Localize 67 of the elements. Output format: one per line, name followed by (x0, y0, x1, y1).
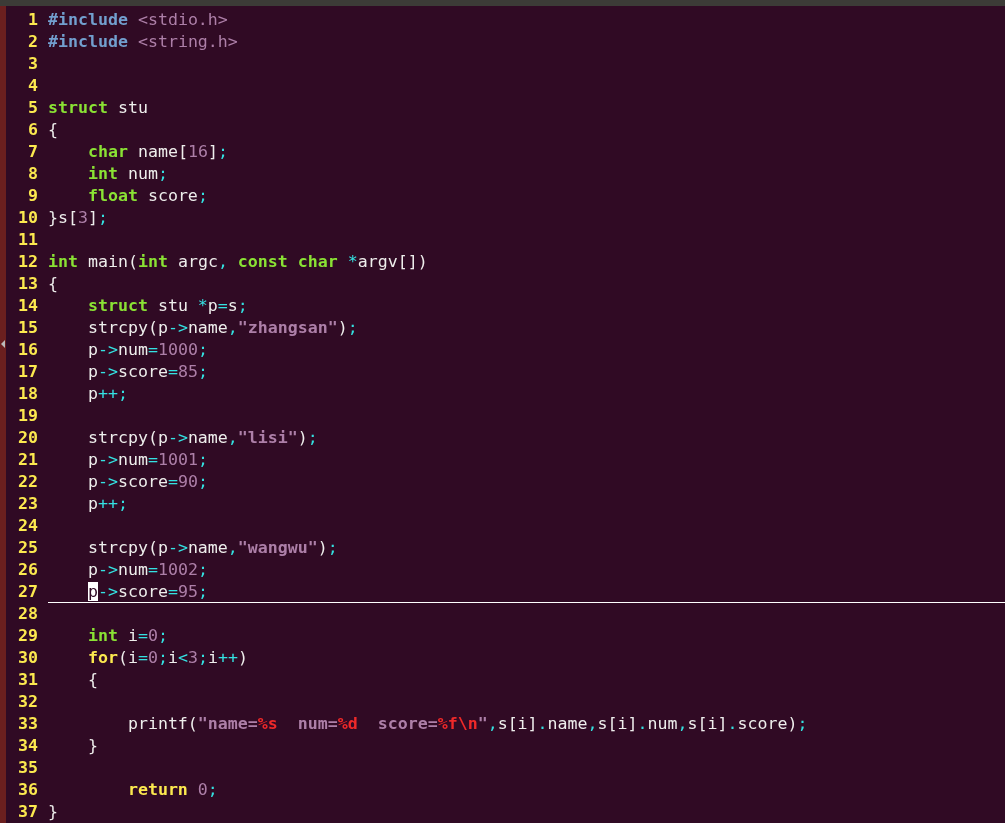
line-number: 28 (17, 603, 38, 625)
code-line: struct stu (48, 97, 149, 119)
line-number: 17 (17, 361, 38, 383)
line-number: 31 (17, 669, 38, 691)
code-line: strcpy(p->name,"lisi"); (86, 427, 319, 449)
code-line: p++; (86, 493, 129, 515)
code-line: }s[3]; (48, 207, 109, 229)
code-line: } (86, 735, 99, 757)
line-number: 32 (17, 691, 38, 713)
line-number: 20 (17, 427, 38, 449)
code-line: { (86, 669, 99, 691)
code-line: p->num=1001; (86, 449, 209, 471)
line-number: 5 (27, 97, 38, 119)
line-number: 27 (17, 581, 38, 603)
line-number: 10 (17, 207, 38, 229)
code-line: { (48, 119, 59, 141)
line-number: 16 (17, 339, 38, 361)
code-line: char name[16]; (86, 141, 229, 163)
code-line: float score; (86, 185, 209, 207)
line-number: 19 (17, 405, 38, 427)
line-number: 30 (17, 647, 38, 669)
code-line: } (48, 801, 59, 823)
code-line: p->score=90; (86, 471, 209, 493)
line-number: 33 (17, 713, 38, 735)
line-number: 3 (27, 53, 38, 75)
line-number: 9 (27, 185, 38, 207)
code-line: int num; (86, 163, 169, 185)
code-line: p->score=85; (86, 361, 209, 383)
code-line: strcpy(p->name,"wangwu"); (86, 537, 339, 559)
code-line: { (48, 273, 59, 295)
line-number: 13 (17, 273, 38, 295)
code-line: int i=0; (86, 625, 169, 647)
line-number: 23 (17, 493, 38, 515)
line-number: 12 (17, 251, 38, 273)
line-number: 6 (27, 119, 38, 141)
line-number: 4 (27, 75, 38, 97)
line-number: 2 (27, 31, 38, 53)
line-number: 36 (17, 779, 38, 801)
line-number: 24 (17, 515, 38, 537)
line-number: 25 (17, 537, 38, 559)
line-number: 26 (17, 559, 38, 581)
code-line: strcpy(p->name,"zhangsan"); (86, 317, 359, 339)
line-number: 1 (27, 9, 38, 31)
line-number: 35 (17, 757, 38, 779)
code-line: return 0; (126, 779, 219, 801)
code-line: p++; (86, 383, 129, 405)
line-number: 18 (17, 383, 38, 405)
line-number: 11 (17, 229, 38, 251)
line-number: 22 (17, 471, 38, 493)
caret-icon (1, 340, 5, 348)
code-line: printf("name=%s num=%d score=%f\n",s[i].name,s[i].num,s[i].score); (126, 713, 809, 735)
code-line: for(i=0;i<3;i++) (86, 647, 249, 669)
code-line: struct stu *p=s; (86, 295, 249, 317)
line-number: 15 (17, 317, 38, 339)
line-number: 7 (27, 141, 38, 163)
line-number: 8 (27, 163, 38, 185)
code-line: #include <string.h> (48, 31, 239, 53)
line-number: 14 (17, 295, 38, 317)
line-number: 21 (17, 449, 38, 471)
code-line: p->num=1000; (86, 339, 209, 361)
code-line: #include <stdio.h> (48, 9, 229, 31)
line-number: 37 (17, 801, 38, 823)
line-number: 29 (17, 625, 38, 647)
code-line: int main(int argc, const char *argv[]) (48, 251, 429, 273)
code-line: p->num=1002; (86, 559, 209, 581)
code-line: p->score=95; (48, 581, 1005, 603)
line-number: 34 (17, 735, 38, 757)
